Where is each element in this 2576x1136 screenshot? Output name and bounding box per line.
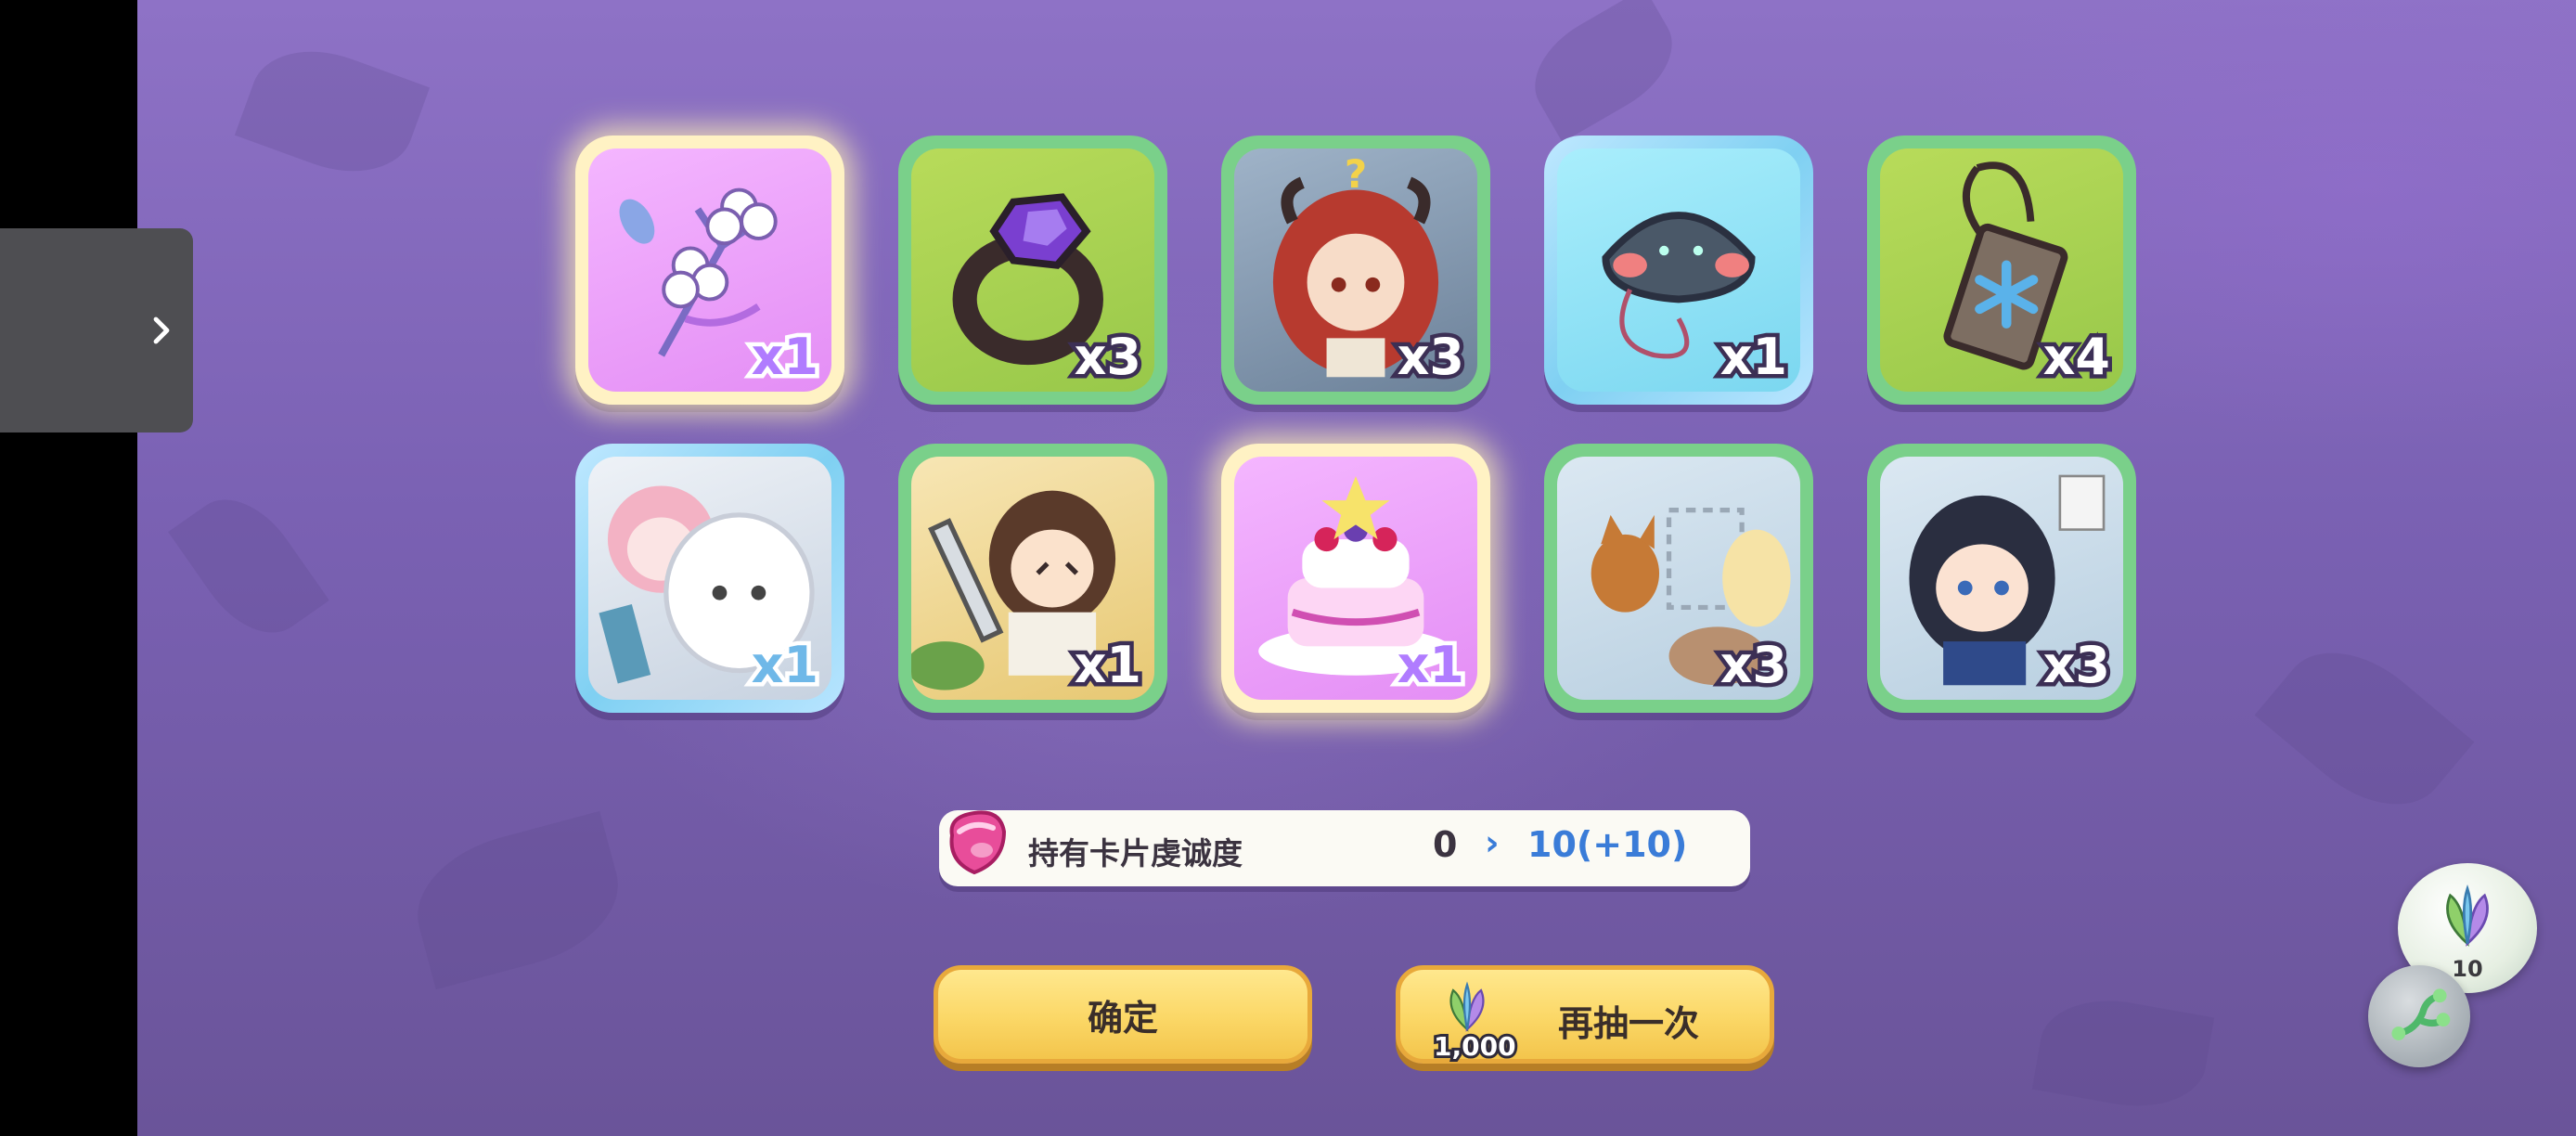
- reward-card-fox[interactable]: x3: [1544, 444, 1813, 713]
- reward-quantity: x3: [1716, 632, 1791, 699]
- reward-card-cake[interactable]: x1: [1221, 444, 1490, 713]
- reward-card-red-haired-girl[interactable]: ? x3: [1221, 136, 1490, 405]
- background-leaf: [402, 810, 634, 990]
- reward-card-snowflake-tag[interactable]: x4: [1867, 136, 2136, 405]
- reward-quantity: x3: [2039, 632, 2114, 699]
- reward-card-two-girls[interactable]: x1: [575, 444, 844, 713]
- loyalty-new-value: 10(+10): [1527, 824, 1688, 865]
- chevron-right-icon: [153, 316, 170, 344]
- background-leaf: [1515, 0, 1692, 143]
- confirm-button[interactable]: 确定: [934, 965, 1312, 1064]
- crystal-leaf-icon: [2446, 884, 2489, 947]
- loyalty-arrow-icon: ›: [1485, 822, 1500, 863]
- reward-quantity: x1: [747, 632, 822, 699]
- background-leaf: [2254, 622, 2475, 835]
- reward-quantity: x1: [747, 324, 822, 391]
- confirm-button-label: 确定: [1087, 997, 1158, 1039]
- reward-quantity: x4: [2039, 324, 2114, 391]
- branch-bubble[interactable]: [2368, 965, 2470, 1067]
- side-drawer-toggle[interactable]: [0, 228, 193, 432]
- reward-card-sakura-bouquet[interactable]: x1: [575, 136, 844, 405]
- reward-quantity: x1: [1716, 324, 1791, 391]
- loyalty-label: 持有卡片虔诚度: [1028, 835, 1243, 871]
- reward-quantity: x1: [1070, 632, 1145, 699]
- draw-again-label: 再抽一次: [1558, 1003, 1700, 1044]
- svg-text:?: ?: [1345, 151, 1367, 197]
- reward-quantity: x3: [1393, 324, 1468, 391]
- background-leaf: [234, 30, 431, 193]
- background-leaf: [2031, 988, 2215, 1118]
- reward-card-dark-haired-girl[interactable]: x3: [1867, 444, 2136, 713]
- pink-gem-icon: [949, 810, 1007, 875]
- branch-icon: [2391, 988, 2451, 1040]
- reward-card-dark-ring[interactable]: x3: [898, 136, 1167, 405]
- draw-again-button[interactable]: 1,000 再抽一次: [1396, 965, 1774, 1065]
- crystal-leaf-icon: [1449, 981, 1485, 1032]
- loyalty-current-value: 0: [1433, 824, 1458, 865]
- reward-card-blob-charm[interactable]: x1: [1544, 136, 1813, 405]
- reward-quantity: x3: [1070, 324, 1145, 391]
- draw-cost: 1,000: [1431, 1028, 1519, 1065]
- background-leaf: [168, 478, 329, 654]
- reward-quantity: x1: [1393, 632, 1468, 699]
- reward-card-knight-girl[interactable]: x1: [898, 444, 1167, 713]
